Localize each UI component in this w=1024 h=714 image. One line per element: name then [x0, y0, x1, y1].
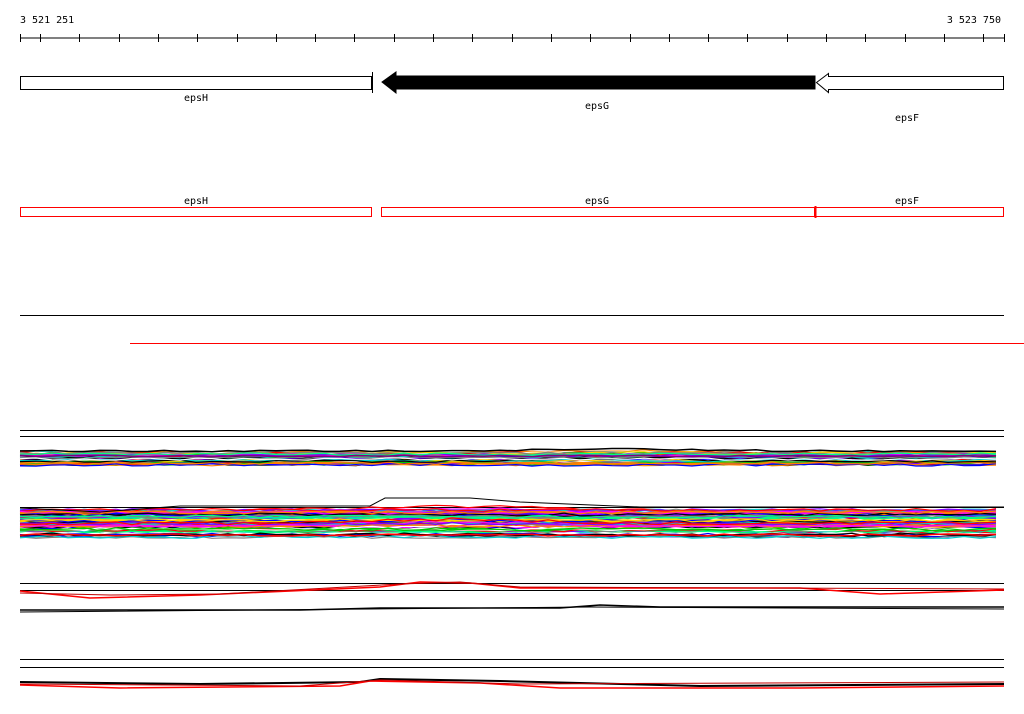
annotation-epsH-label: epsH — [184, 196, 208, 207]
gene-epsH-box[interactable] — [20, 76, 372, 90]
expression-line — [19, 447, 997, 453]
ruler-end-label: 3 523 750 — [947, 15, 1001, 26]
gene-epsG-label: epsG — [585, 101, 609, 112]
annotation-epsH-box[interactable] — [20, 207, 372, 217]
annotation-epsG-label: epsG — [585, 196, 609, 207]
annotation-epsF-box[interactable] — [815, 207, 1004, 217]
ruler-start-label: 3 521 251 — [20, 15, 74, 26]
annotation-track: epsH epsG epsF — [20, 196, 1004, 218]
gene-track: epsH epsG epsF — [20, 71, 1004, 124]
expression-track-group-d — [19, 604, 1005, 613]
gene-epsG-arrow[interactable] — [381, 71, 816, 95]
gene-epsF-arrow[interactable] — [815, 72, 1004, 94]
annotation-epsG-box[interactable] — [381, 207, 815, 217]
expression-track-group-c — [19, 581, 1005, 599]
expression-track-group-a — [19, 430, 1004, 467]
annotation-epsF-label: epsF — [895, 196, 919, 207]
gene-epsH-label: epsH — [184, 93, 208, 104]
gene-epsF-label: epsF — [895, 113, 919, 124]
expression-track-group-b — [19, 497, 1004, 539]
expression-track-group-e — [19, 659, 1005, 689]
genome-browser: 3 521 251 3 523 750 epsH epsG epsF epsH … — [19, 15, 1024, 689]
